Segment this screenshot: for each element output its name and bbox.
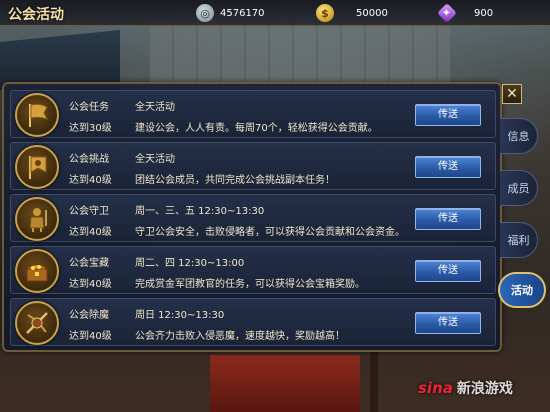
activity-name: 公会挑战 bbox=[69, 154, 109, 165]
activity-time: 周日 12:30~13:30 bbox=[135, 310, 225, 321]
gem-counter: ✦ 900 bbox=[437, 3, 494, 23]
activity-level: 达到40级 bbox=[69, 279, 112, 290]
gold-coin-value: 50000 bbox=[356, 7, 388, 19]
activity-row: 公会任务 达到30级 全天活动 建设公会，人人有责。每周70个，轻松获得公会贡献… bbox=[10, 90, 496, 138]
silver-coin-value: 4576170 bbox=[220, 7, 265, 19]
activity-description: 公会齐力击败入侵恶魔，速度越快，奖励越高！ bbox=[135, 331, 345, 342]
activity-time: 周一、三、五 12:30~13:30 bbox=[135, 206, 265, 217]
activity-row: 公会宝藏 达到40级 周二、四 12:30~13:00 完成赏金军团教官的任务，… bbox=[10, 246, 496, 294]
red-banner-wall bbox=[210, 355, 360, 412]
activity-description: 建设公会，人人有责。每周70个，轻松获得公会贡献。 bbox=[135, 123, 378, 134]
activity-row: 公会除魔 达到40级 周日 12:30~13:30 公会齐力击败入侵恶魔，速度越… bbox=[10, 298, 496, 346]
teleport-button[interactable]: 传送 bbox=[415, 156, 481, 178]
activity-name: 公会宝藏 bbox=[69, 258, 109, 269]
activity-name: 公会除魔 bbox=[69, 310, 109, 321]
guardian-knight-icon bbox=[15, 197, 59, 241]
activity-time: 全天活动 bbox=[135, 102, 175, 113]
purple-gem-icon: ✦ bbox=[437, 3, 457, 23]
activity-description: 守卫公会安全，击败侵略者，可以获得公会贡献和公会资金。 bbox=[135, 227, 405, 238]
demon-slayer-icon bbox=[15, 301, 59, 345]
teleport-button[interactable]: 传送 bbox=[415, 260, 481, 282]
close-icon[interactable]: ✕ bbox=[502, 84, 522, 104]
flag-pole bbox=[370, 350, 378, 412]
tab-info[interactable]: 信息 bbox=[500, 118, 538, 154]
activity-panel: 公会任务 达到30级 全天活动 建设公会，人人有责。每周70个，轻松获得公会贡献… bbox=[2, 82, 502, 352]
challenge-flag-icon bbox=[15, 145, 59, 189]
activity-row: 公会守卫 达到40级 周一、三、五 12:30~13:30 守卫公会安全，击败侵… bbox=[10, 194, 496, 242]
top-bar: 公会活动 ◎ 4576170 $ 50000 ✦ 900 bbox=[0, 0, 550, 26]
page-title: 公会活动 bbox=[8, 7, 64, 23]
tab-members[interactable]: 成员 bbox=[500, 170, 538, 206]
activity-level: 达到40级 bbox=[69, 331, 112, 342]
activity-row: 公会挑战 达到40级 全天活动 团结公会成员，共同完成公会挑战副本任务！ 传送 bbox=[10, 142, 496, 190]
stone-wall bbox=[150, 18, 450, 88]
tab-welfare[interactable]: 福利 bbox=[500, 222, 538, 258]
tab-activities[interactable]: 活动 bbox=[498, 272, 546, 308]
sina-logo: sina bbox=[418, 379, 453, 397]
activity-description: 团结公会成员，共同完成公会挑战副本任务！ bbox=[135, 175, 335, 186]
quest-flag-icon bbox=[15, 93, 59, 137]
watermark-text: 新浪游戏 bbox=[456, 381, 513, 397]
gold-coin-counter: $ 50000 bbox=[316, 4, 388, 22]
gold-coin-icon: $ bbox=[316, 4, 334, 22]
sina-watermark: sina 新浪游戏 bbox=[418, 378, 513, 398]
teleport-button[interactable]: 传送 bbox=[415, 312, 481, 334]
silver-coin-counter: ◎ 4576170 bbox=[196, 4, 265, 22]
activity-name: 公会任务 bbox=[69, 102, 109, 113]
activity-description: 完成赏金军团教官的任务，可以获得公会宝箱奖励。 bbox=[135, 279, 365, 290]
teleport-button[interactable]: 传送 bbox=[415, 104, 481, 126]
activity-time: 周二、四 12:30~13:00 bbox=[135, 258, 245, 269]
treasure-chest-icon bbox=[15, 249, 59, 293]
activity-time: 全天活动 bbox=[135, 154, 175, 165]
activity-name: 公会守卫 bbox=[69, 206, 109, 217]
roof bbox=[0, 30, 120, 90]
silver-coin-icon: ◎ bbox=[196, 4, 214, 22]
teleport-button[interactable]: 传送 bbox=[415, 208, 481, 230]
gem-value: 900 bbox=[474, 7, 494, 19]
activity-level: 达到40级 bbox=[69, 175, 112, 186]
activity-level: 达到30级 bbox=[69, 123, 112, 134]
activity-level: 达到40级 bbox=[69, 227, 112, 238]
